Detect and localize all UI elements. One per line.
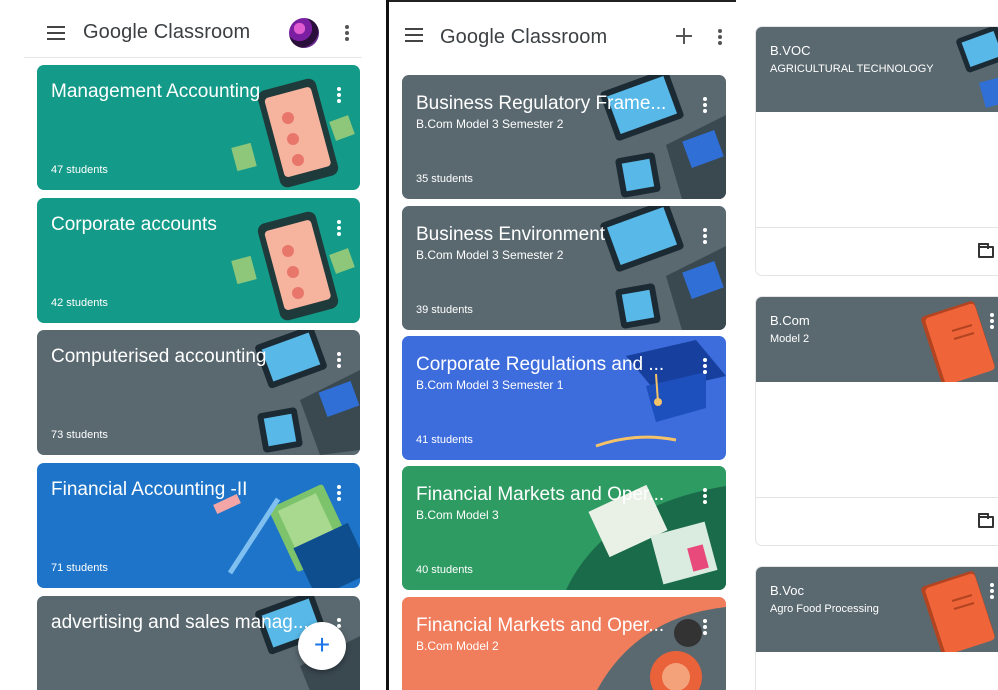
create-class-fab[interactable]: + bbox=[298, 622, 346, 670]
class-card[interactable]: Management Accounting 47 students bbox=[37, 65, 360, 190]
class-more-icon[interactable] bbox=[337, 352, 341, 368]
class-more-icon[interactable] bbox=[990, 313, 994, 329]
class-card[interactable]: Financial Markets and Oper... B.Com Mode… bbox=[402, 466, 726, 590]
class-title[interactable]: Computerised accounting bbox=[51, 346, 291, 368]
class-title[interactable]: B.Voc bbox=[770, 583, 804, 598]
class-section: B.Com Model 3 Semester 1 bbox=[416, 378, 564, 392]
class-card[interactable]: B.Com Model 2 bbox=[756, 297, 998, 545]
app-bar-divider bbox=[24, 57, 362, 58]
class-more-icon[interactable] bbox=[337, 485, 341, 501]
student-count: 35 students bbox=[416, 173, 473, 185]
devices-illustration bbox=[956, 27, 998, 108]
class-title[interactable]: Business Environment bbox=[416, 224, 684, 246]
class-section: B.Com Model 3 Semester 2 bbox=[416, 248, 564, 262]
app-bar: Google Classroom bbox=[0, 0, 386, 56]
class-section: Agro Food Processing bbox=[770, 603, 879, 615]
class-card[interactable]: Corporate Regulations and ... B.Com Mode… bbox=[402, 336, 726, 460]
class-title[interactable]: Management Accounting bbox=[51, 81, 291, 103]
class-section: B.Com Model 2 bbox=[416, 639, 499, 653]
student-count: 39 students bbox=[416, 304, 473, 316]
app-title: Google Classroom bbox=[83, 21, 251, 43]
student-count: 47 students bbox=[51, 164, 108, 176]
class-title[interactable]: Financial Accounting -II bbox=[51, 479, 291, 501]
book-illustration bbox=[921, 571, 995, 652]
student-count: 41 students bbox=[416, 434, 473, 446]
class-title[interactable]: Corporate Regulations and ... bbox=[416, 354, 684, 376]
class-card-header[interactable]: B.Voc Agro Food Processing bbox=[756, 567, 998, 652]
book-illustration bbox=[921, 301, 995, 382]
class-card-footer bbox=[756, 497, 998, 545]
class-more-icon[interactable] bbox=[703, 97, 707, 113]
add-icon[interactable] bbox=[676, 28, 692, 44]
class-more-icon[interactable] bbox=[703, 488, 707, 504]
class-card[interactable]: Corporate accounts 42 students bbox=[37, 198, 360, 323]
class-title[interactable]: advertising and sales manag... bbox=[51, 612, 316, 634]
class-card[interactable]: Business Regulatory Frame... B.Com Model… bbox=[402, 75, 726, 199]
coffee-illustration bbox=[597, 607, 726, 690]
class-section: B.Com Model 3 Semester 2 bbox=[416, 117, 564, 131]
screenshot-panel-2: Google Classroom Business Regulatory Fra… bbox=[389, 0, 736, 690]
class-card[interactable]: Financial Accounting -II 71 students bbox=[37, 463, 360, 588]
screenshot-panel-1: Google Classroom Management Accounting 4… bbox=[0, 0, 386, 690]
class-card-header[interactable]: B.Com Model 2 bbox=[756, 297, 998, 382]
class-card[interactable]: Business Environment B.Com Model 3 Semes… bbox=[402, 206, 726, 330]
class-card-header[interactable]: B.VOC AGRICULTURAL TECHNOLOGY bbox=[756, 27, 998, 112]
class-more-icon[interactable] bbox=[990, 583, 994, 599]
folder-icon[interactable] bbox=[978, 513, 994, 528]
student-count: 40 students bbox=[416, 564, 473, 576]
class-more-icon[interactable] bbox=[337, 87, 341, 103]
more-options-icon[interactable] bbox=[345, 25, 349, 41]
app-title: Google Classroom bbox=[440, 26, 608, 48]
app-bar: Google Classroom bbox=[389, 2, 736, 58]
folder-icon[interactable] bbox=[978, 243, 994, 258]
class-card-footer bbox=[756, 227, 998, 275]
menu-icon[interactable] bbox=[405, 28, 423, 42]
class-more-icon[interactable] bbox=[703, 358, 707, 374]
class-title[interactable]: Corporate accounts bbox=[51, 214, 291, 236]
more-options-icon[interactable] bbox=[718, 29, 722, 45]
class-card[interactable]: Financial Markets and Oper... B.Com Mode… bbox=[402, 597, 726, 690]
class-card[interactable]: B.Voc Agro Food Processing bbox=[756, 567, 998, 690]
student-count: 71 students bbox=[51, 562, 108, 574]
class-more-icon[interactable] bbox=[337, 220, 341, 236]
class-card[interactable]: Computerised accounting 73 students bbox=[37, 330, 360, 455]
class-section: B.Com Model 3 bbox=[416, 508, 499, 522]
class-title[interactable]: B.Com bbox=[770, 313, 810, 328]
class-section: AGRICULTURAL TECHNOLOGY bbox=[770, 63, 934, 75]
class-section: Model 2 bbox=[770, 333, 810, 345]
menu-icon[interactable] bbox=[47, 26, 65, 40]
class-title[interactable]: Business Regulatory Frame... bbox=[416, 93, 684, 115]
class-title[interactable]: Financial Markets and Oper... bbox=[416, 615, 684, 637]
class-card[interactable]: B.VOC AGRICULTURAL TECHNOLOGY bbox=[756, 27, 998, 275]
class-title[interactable]: Financial Markets and Oper... bbox=[416, 484, 684, 506]
class-more-icon[interactable] bbox=[703, 228, 707, 244]
screenshot-panel-3: B.VOC AGRICULTURAL TECHNOLOGY B.Com Mode… bbox=[738, 0, 998, 690]
class-title[interactable]: B.VOC bbox=[770, 43, 810, 58]
student-count: 42 students bbox=[51, 297, 108, 309]
avatar[interactable] bbox=[289, 18, 319, 48]
student-count: 73 students bbox=[51, 429, 108, 441]
class-more-icon[interactable] bbox=[703, 619, 707, 635]
